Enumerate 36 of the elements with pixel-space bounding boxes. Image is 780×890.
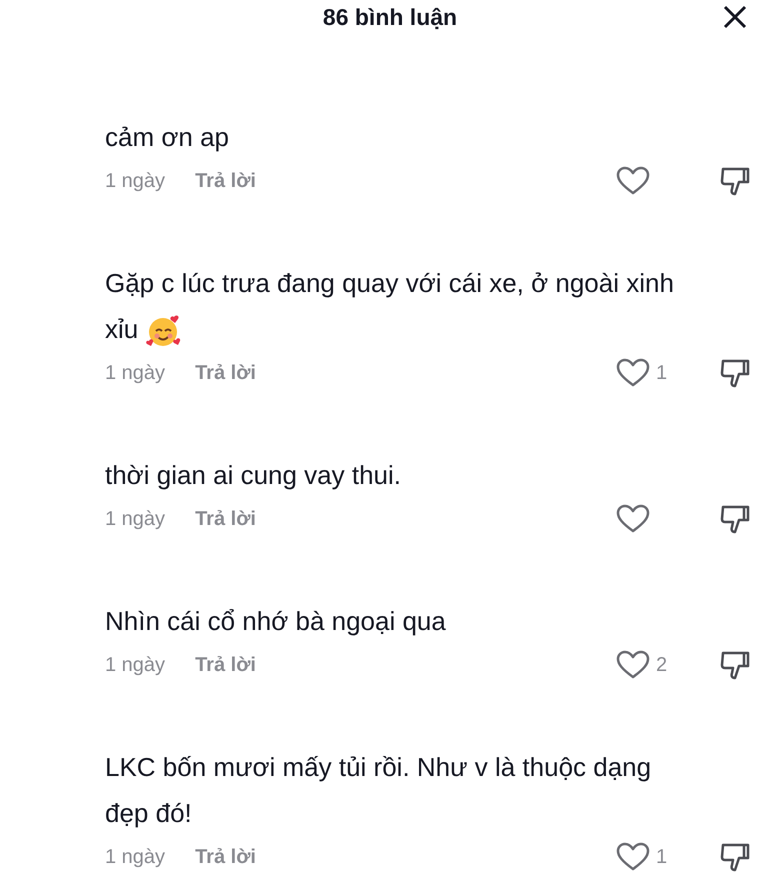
- comment-time: 1 ngày: [105, 653, 166, 678]
- close-icon: [723, 5, 747, 29]
- reply-button[interactable]: Trả lời: [195, 166, 256, 196]
- comment-text: Gặp c lúc trưa đang quay với cái xe, ở ngoài xinh xỉu: [105, 260, 705, 352]
- heart-icon: [616, 842, 650, 872]
- dislike-button[interactable]: [720, 503, 750, 535]
- reply-button[interactable]: Trả lời: [195, 358, 256, 388]
- comment-time: 1 ngày: [105, 361, 166, 386]
- reply-button[interactable]: Trả lời: [195, 842, 256, 872]
- dislike-button[interactable]: [720, 649, 750, 681]
- like-button[interactable]: 2: [616, 650, 676, 680]
- heart-icon: [616, 358, 650, 388]
- thumbs-down-icon: [720, 503, 750, 535]
- reply-button[interactable]: Trả lời: [195, 650, 256, 680]
- heart-icon: [616, 166, 650, 196]
- comment-text: cảm ơn ap: [105, 121, 230, 154]
- like-button[interactable]: 1: [616, 358, 676, 388]
- comment-time: 1 ngày: [105, 169, 166, 194]
- thumbs-down-icon: [720, 357, 750, 389]
- thumbs-down-icon: [720, 165, 750, 197]
- comments-title: 86 bình luận: [322, 2, 458, 32]
- comment-text: Nhìn cái cổ nhớ bà ngoại qua: [105, 605, 447, 638]
- heart-icon: [616, 650, 650, 680]
- comment-time: 1 ngày: [105, 507, 166, 532]
- close-button[interactable]: [722, 4, 748, 30]
- dislike-button[interactable]: [720, 357, 750, 389]
- comment-text: thời gian ai cung vay thui.: [105, 459, 402, 492]
- comment-time: 1 ngày: [105, 845, 166, 870]
- reply-button[interactable]: Trả lời: [195, 504, 256, 534]
- dislike-button[interactable]: [720, 165, 750, 197]
- heart-icon: [616, 504, 650, 534]
- thumbs-down-icon: [720, 841, 750, 873]
- comment-text: LKC bốn mươi mấy tủi rồi. Như v là thuộc dạng đẹp đó!: [105, 751, 652, 830]
- dislike-button[interactable]: [720, 841, 750, 873]
- thumbs-down-icon: [720, 649, 750, 681]
- like-button[interactable]: 1: [616, 842, 676, 872]
